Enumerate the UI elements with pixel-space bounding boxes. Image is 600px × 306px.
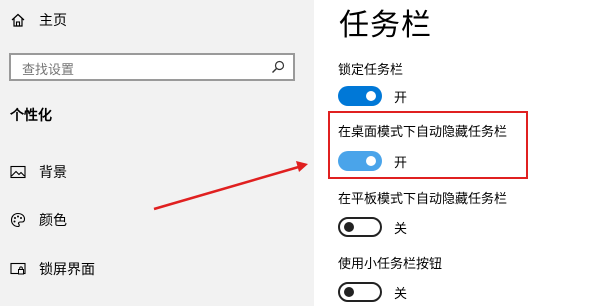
palette-icon <box>10 212 26 228</box>
setting-label-autohide-tablet: 在平板模式下自动隐藏任务栏 <box>338 192 508 207</box>
sidebar: 主页 查找设置 个性化 背景 颜色 锁屏界面 <box>0 0 314 306</box>
setting-autohide-tablet: 关 <box>338 217 407 237</box>
toggle-knob <box>344 222 354 232</box>
search-placeholder: 查找设置 <box>22 63 75 78</box>
setting-lock-taskbar: 开 <box>338 86 407 106</box>
lock-screen-icon <box>10 262 26 275</box>
lock-taskbar-toggle[interactable] <box>338 86 382 106</box>
image-icon <box>10 165 26 179</box>
autohide-tablet-state: 关 <box>394 221 408 237</box>
toggle-knob <box>344 287 354 297</box>
toggle-knob <box>366 91 376 101</box>
search-icon[interactable] <box>271 60 285 74</box>
home-icon <box>11 13 25 27</box>
sidebar-item-background-label: 背景 <box>39 165 67 181</box>
sidebar-item-background[interactable]: 背景 <box>10 161 67 183</box>
small-buttons-state: 关 <box>394 286 408 302</box>
page-title: 任务栏 <box>339 8 432 43</box>
sidebar-item-colors[interactable]: 颜色 <box>10 209 67 231</box>
small-buttons-toggle[interactable] <box>338 282 382 302</box>
annotation-highlight-box <box>328 111 528 179</box>
setting-small-buttons: 关 <box>338 282 407 302</box>
setting-label-small-buttons: 使用小任务栏按钮 <box>338 257 443 272</box>
sidebar-item-home[interactable]: 主页 <box>10 9 67 31</box>
setting-label-lock-taskbar: 锁定任务栏 <box>338 63 404 78</box>
sidebar-item-lock-screen[interactable]: 锁屏界面 <box>10 258 95 280</box>
autohide-tablet-toggle[interactable] <box>338 217 382 237</box>
sidebar-item-lock-screen-label: 锁屏界面 <box>39 262 95 278</box>
lock-taskbar-state: 开 <box>394 90 408 106</box>
search-input[interactable]: 查找设置 <box>9 53 295 81</box>
section-title: 个性化 <box>10 108 52 124</box>
sidebar-item-colors-label: 颜色 <box>39 213 67 229</box>
sidebar-item-home-label: 主页 <box>39 13 67 29</box>
